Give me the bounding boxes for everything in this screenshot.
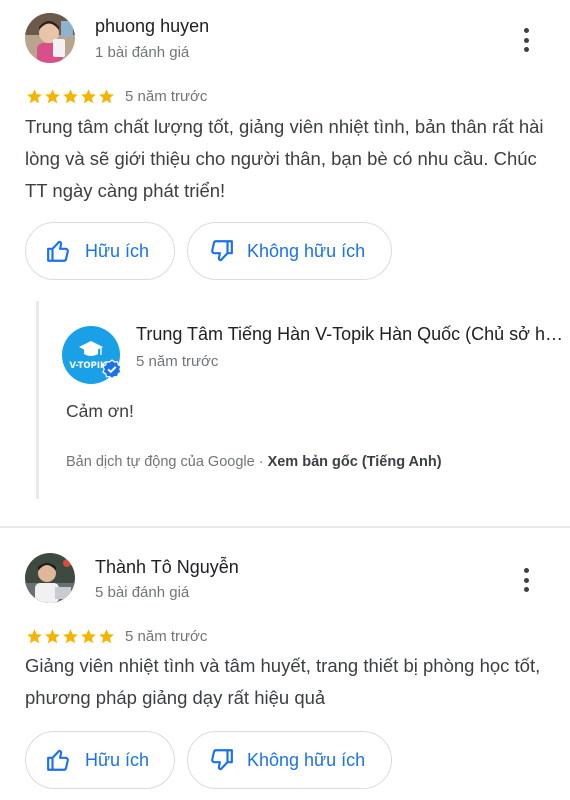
helpful-label: Hữu ích: [85, 749, 150, 770]
reviewer-review-count: 1 bài đánh giá: [95, 44, 190, 61]
review-card: Thành Tô Nguyễn 5 bài đánh giá 5 năm trư…: [0, 528, 570, 800]
owner-reply: V-TOPIK Trung Tâm Tiếng Hàn V-Topik Hàn …: [36, 301, 570, 499]
helpful-button[interactable]: Hữu ích: [25, 222, 175, 280]
rating-stars: [26, 628, 115, 645]
star-icon: [63, 89, 78, 104]
star-icon: [27, 89, 42, 104]
view-original-link[interactable]: Xem bản gốc (Tiếng Anh): [268, 454, 442, 470]
owner-reply-date: 5 năm trước: [136, 353, 219, 370]
review-date: 5 năm trước: [125, 628, 208, 645]
thumb-up-icon: [47, 240, 69, 262]
star-icon: [27, 629, 42, 644]
reviewer-avatar[interactable]: [25, 553, 75, 603]
star-icon: [45, 629, 60, 644]
star-icon: [81, 629, 96, 644]
thumb-down-icon: [211, 749, 233, 771]
verified-check-icon: [102, 359, 122, 379]
not-helpful-button[interactable]: Không hữu ích: [187, 222, 392, 280]
not-helpful-label: Không hữu ích: [247, 240, 366, 261]
star-icon: [99, 629, 114, 644]
review-text: Giảng viên nhiệt tình và tâm huyết, tran…: [25, 655, 541, 708]
more-options-icon[interactable]: [514, 565, 538, 595]
reviewer-review-count: 5 bài đánh giá: [95, 584, 190, 601]
reviewer-avatar[interactable]: [25, 13, 75, 63]
helpful-label: Hữu ích: [85, 240, 150, 261]
star-icon: [63, 629, 78, 644]
owner-logo[interactable]: V-TOPIK: [62, 326, 122, 384]
translation-note: Bản dịch tự động của Google · Xem bản gố…: [66, 454, 442, 470]
reviewer-name[interactable]: Thành Tô Nguyễn: [95, 557, 239, 578]
review-card: phuong huyen 1 bài đánh giá 5 năm trước …: [0, 0, 570, 526]
star-icon: [99, 89, 114, 104]
owner-name: Trung Tâm Tiếng Hàn V-Topik Hàn Quốc (Ch…: [136, 324, 564, 344]
review-text: Trung tâm chất lượng tốt, giảng viên nhi…: [25, 116, 544, 201]
rating-stars: [26, 88, 115, 105]
review-date: 5 năm trước: [125, 88, 208, 105]
more-options-icon[interactable]: [514, 25, 538, 55]
translation-label: Bản dịch tự động của Google ·: [66, 454, 268, 470]
reply-indent-bar: [36, 301, 39, 499]
star-icon: [45, 89, 60, 104]
thumb-down-icon: [211, 240, 233, 262]
not-helpful-button[interactable]: Không hữu ích: [187, 731, 392, 789]
owner-reply-text: Cảm ơn!: [66, 401, 134, 421]
helpful-button[interactable]: Hữu ích: [25, 731, 175, 789]
thumb-up-icon: [47, 749, 69, 771]
reviewer-name[interactable]: phuong huyen: [95, 16, 209, 37]
not-helpful-label: Không hữu ích: [247, 749, 366, 770]
star-icon: [81, 89, 96, 104]
